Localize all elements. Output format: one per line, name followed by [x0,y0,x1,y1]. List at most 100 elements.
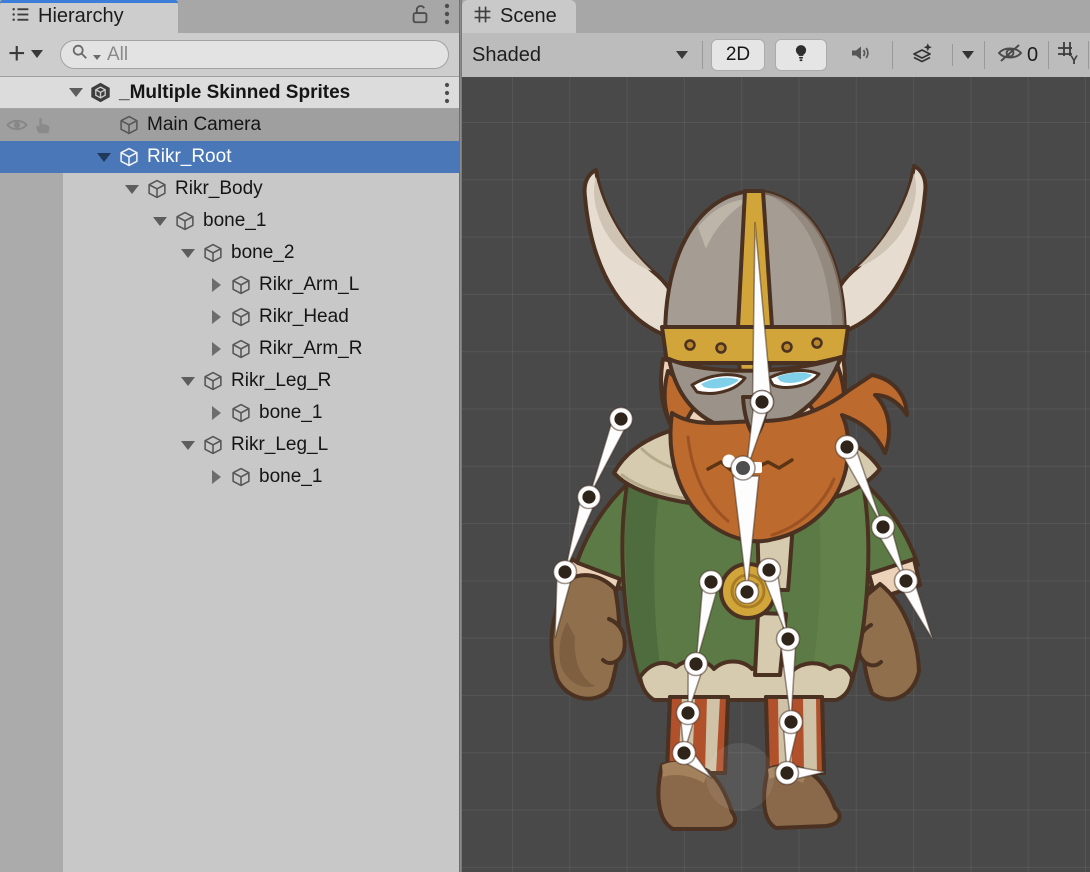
search-input[interactable] [105,43,438,67]
bone-joint-dot [762,563,775,576]
scene-panel: Scene Shaded 2D [462,0,1090,872]
focused-tab-accent [0,0,178,3]
bone-joint-dot [876,520,889,533]
toolbar-separator [1048,41,1049,69]
gameobject-icon [228,465,253,489]
gameobject-icon [172,209,197,233]
chevron-down-icon [962,51,974,59]
hierarchy-search[interactable] [60,40,449,69]
bone-joint-dot [784,715,797,728]
expander-icon[interactable] [176,377,200,386]
chevron-down-icon [676,51,688,59]
row-label: Rikr_Arm_R [259,338,362,360]
row-label: Rikr_Root [147,146,231,168]
kebab-icon[interactable] [443,2,451,31]
picking-hand-icon[interactable] [32,114,54,142]
effects-toggle-button[interactable] [900,40,946,70]
hierarchy-row-rikr-arm-l-6[interactable]: Rikr_Arm_L [0,269,459,301]
hidden-objects-button[interactable]: 0 [989,40,1045,70]
tab-hierarchy[interactable]: Hierarchy [0,0,178,33]
tab-scene[interactable]: Scene [462,0,576,33]
bone-joint-dot [558,565,571,578]
bone-joint-dot [899,574,912,587]
bone-joint-dot [840,440,853,453]
unity-scene-icon [88,81,113,105]
row-label: Rikr_Body [175,178,263,200]
gameobject-icon [228,337,253,361]
lighting-toggle-button[interactable] [776,40,826,70]
hierarchy-row-rikr-leg-l-11[interactable]: Rikr_Leg_L [0,429,459,461]
row-label: Rikr_Head [259,306,349,328]
gameobject-icon [228,401,253,425]
grid-axis-label: Y [1070,53,1078,67]
hierarchy-list-icon [10,4,31,30]
gameobject-icon [200,241,225,265]
create-object-button[interactable]: + [8,38,54,70]
gameobject-icon [144,177,169,201]
lock-icon[interactable] [409,2,431,31]
expander-icon[interactable] [204,342,228,356]
expander-icon[interactable] [176,249,200,258]
root-bone-dot [736,461,750,475]
hierarchy-row-rikr-body-3[interactable]: Rikr_Body [0,173,459,205]
2d-label: 2D [726,44,750,66]
bone-joint-dot [780,766,793,779]
bone-joint-dot [689,657,702,670]
row-label: _Multiple Skinned Sprites [119,82,350,104]
gameobject-icon [228,273,253,297]
hierarchy-row-bone-1-4[interactable]: bone_1 [0,205,459,237]
hierarchy-row-main-camera-1[interactable]: Main Camera [0,109,459,141]
grid-visibility-button[interactable]: Y [1052,40,1086,70]
2d-toggle-button[interactable]: 2D [712,40,764,70]
ground-gizmo-circle [706,743,774,811]
hierarchy-row-rikr-leg-r-9[interactable]: Rikr_Leg_R [0,365,459,397]
bone-joint-dot [704,575,717,588]
gameobject-icon [228,305,253,329]
toolbar-separator [702,41,703,69]
expander-icon[interactable] [120,185,144,194]
scene-viewport[interactable] [462,77,1090,872]
bone-joint-dot [582,490,595,503]
gameobject-icon [200,369,225,393]
effects-dropdown-button[interactable] [956,40,980,70]
speaker-icon [848,41,872,70]
expander-icon[interactable] [204,406,228,420]
visibility-eye-icon[interactable] [5,114,29,142]
expander-icon[interactable] [204,310,228,324]
effects-layers-icon [910,40,936,71]
hierarchy-panel: Hierarchy + [0,0,459,872]
scene-tabbar: Scene [462,0,1090,33]
expander-icon[interactable] [176,441,200,450]
hierarchy-row-rikr-arm-r-8[interactable]: Rikr_Arm_R [0,333,459,365]
bone-joint-dot [781,632,794,645]
hidden-objects-eye-icon [996,41,1024,70]
toolbar-separator [1088,41,1089,69]
bone-joint-dot [681,706,694,719]
hierarchy-row-bone-1-10[interactable]: bone_1 [0,397,459,429]
tab-title: Scene [500,5,557,28]
row-label: bone_1 [259,402,322,424]
grid-visibility-icon: Y [1055,39,1083,72]
expander-icon[interactable] [148,217,172,226]
row-label: bone_1 [259,466,322,488]
expander-icon[interactable] [204,470,228,484]
row-label: bone_2 [231,242,294,264]
hierarchy-tabbar: Hierarchy [0,0,459,33]
hierarchy-row-bone-1-12[interactable]: bone_1 [0,461,459,493]
bone-head [753,222,772,402]
audio-toggle-button[interactable] [836,40,884,70]
row-label: Rikr_Leg_R [231,370,331,392]
hierarchy-row-bone-2-5[interactable]: bone_2 [0,237,459,269]
gameobject-icon [116,145,141,169]
kebab-icon[interactable] [443,81,451,111]
tab-title: Hierarchy [38,5,124,28]
hierarchy-row--multiple-skinned-sprites-0[interactable]: _Multiple Skinned Sprites [0,77,459,109]
hierarchy-row-rikr-head-7[interactable]: Rikr_Head [0,301,459,333]
draw-mode-dropdown[interactable]: Shaded [462,33,702,77]
bone-joint-dot [614,412,627,425]
expander-icon[interactable] [92,153,116,162]
hierarchy-row-rikr-root-2[interactable]: Rikr_Root [0,141,459,173]
unity-editor-window: Hierarchy + [0,0,1090,872]
expander-icon[interactable] [64,88,88,97]
expander-icon[interactable] [204,278,228,292]
